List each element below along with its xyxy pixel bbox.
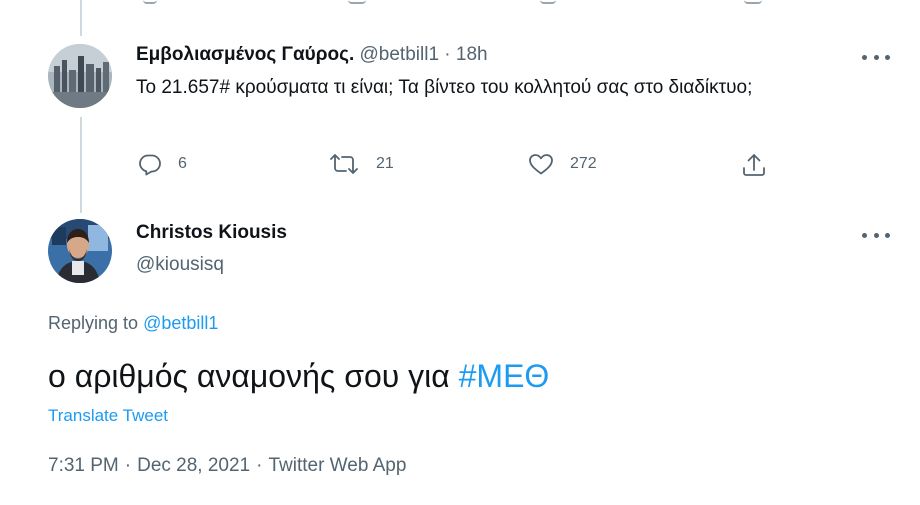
reply-icon (139, 154, 161, 176)
more-options-button[interactable] (862, 52, 890, 62)
tweet-text: Το 21.657# κρούσματα τι είναι; Τα βίντεο… (136, 77, 753, 98)
avatar[interactable] (48, 44, 112, 108)
tweet-text-plain: ο αριθμός αναμονής σου για (48, 358, 459, 394)
separator: · (256, 455, 263, 476)
display-name[interactable]: Εμβολιασμένος Γαύρος. (136, 44, 354, 65)
timestamp[interactable]: 18h (456, 44, 488, 65)
tweet-text: ο αριθμός αναμονής σου για #ΜΕΘ (48, 358, 549, 395)
clipped-retweet-icon (348, 0, 366, 4)
tweet-header: Εμβολιασμένος Γαύρος. @betbill1 · 18h (136, 44, 488, 66)
tweet-time[interactable]: 7:31 PM (48, 455, 119, 476)
reply-button[interactable]: 6 (138, 152, 187, 176)
heart-icon (529, 154, 553, 175)
more-icon-dot (873, 54, 879, 60)
clipped-share-icon (744, 0, 762, 4)
share-button[interactable] (741, 152, 767, 178)
replying-to: Replying to @betbill1 (48, 313, 218, 334)
previous-tweet-actions-clipped (0, 0, 920, 12)
share-icon (743, 154, 765, 176)
user-handle[interactable]: @betbill1 (360, 44, 440, 65)
separator: · (444, 44, 451, 65)
clipped-reply-icon (143, 0, 157, 4)
retweet-count: 21 (376, 155, 394, 172)
replying-label: Replying to (48, 313, 139, 333)
thread-connector-top (80, 0, 82, 36)
retweet-icon (330, 154, 358, 174)
display-name[interactable]: Christos Kiousis (136, 222, 287, 244)
more-icon-dot (862, 54, 867, 60)
separator: · (124, 455, 132, 476)
tweet-metadata: 7:31 PM · Dec 28, 2021 · Twitter Web App (48, 455, 406, 477)
like-count: 272 (570, 155, 597, 172)
more-icon-dot (862, 232, 867, 238)
retweet-button[interactable]: 21 (328, 152, 394, 176)
more-icon-dot (873, 232, 879, 238)
hashtag-link[interactable]: #ΜΕΘ (459, 358, 550, 394)
tweet-date[interactable]: Dec 28, 2021 (137, 455, 250, 476)
clipped-like-icon (540, 0, 556, 4)
user-handle[interactable]: @kiousisq (136, 254, 224, 276)
like-button[interactable]: 272 (528, 152, 597, 176)
tweet-source[interactable]: Twitter Web App (268, 455, 406, 476)
translate-tweet-link[interactable]: Translate Tweet (48, 406, 168, 426)
reply-count: 6 (178, 155, 187, 172)
more-options-button[interactable] (862, 230, 890, 240)
replying-handle-link[interactable]: @betbill1 (143, 313, 218, 333)
more-icon-dot (885, 54, 890, 60)
more-icon-dot (885, 232, 890, 238)
thread-connector (80, 117, 82, 213)
avatar[interactable] (48, 219, 112, 283)
